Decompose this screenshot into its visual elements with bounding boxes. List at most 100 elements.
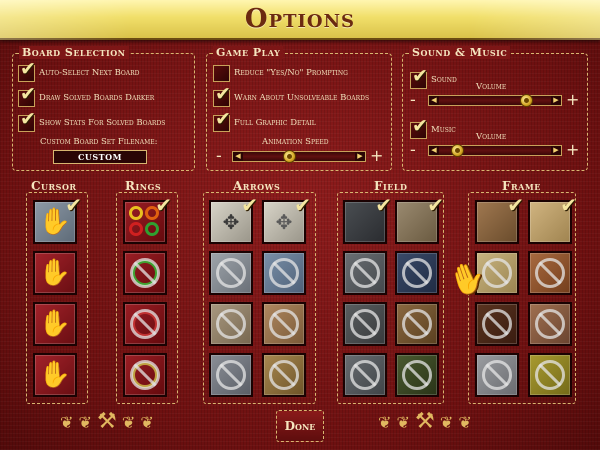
flourish-icon: ❦ [396, 413, 410, 432]
arrows-column-title: Arrows [233, 179, 281, 193]
done-button[interactable]: Done [276, 410, 324, 442]
reduce-prompting-label: Reduce "Yes/No" Prompting [234, 68, 348, 78]
check-icon: ✔ [155, 193, 172, 217]
cursor-option-4[interactable]: ✋ [33, 353, 77, 397]
music-right-arrow-icon[interactable]: ▶ [551, 146, 561, 155]
no-entry-icon [350, 258, 380, 288]
frame-option-7[interactable] [475, 353, 519, 397]
custom-filename-field[interactable]: CUSTOM [53, 150, 147, 164]
ring-icon [129, 206, 143, 220]
animation-speed-slider[interactable]: - ◀ ▶ + [216, 148, 386, 166]
sound-volume-slider[interactable]: - ◀ ▶ + [410, 92, 582, 110]
arrows-option-3[interactable] [209, 251, 253, 295]
frame-option-2[interactable]: ✔ [528, 193, 577, 244]
music-volume-track[interactable]: ◀ ▶ [428, 144, 562, 157]
sound-option[interactable]: ✔ Sound [410, 66, 457, 90]
cursor-option-1[interactable]: ✋ ✔ [33, 193, 82, 244]
rings-option-4[interactable] [123, 353, 167, 397]
warn-unsolveable-option[interactable]: ✔ Warn About Unsolveable Boards [213, 84, 370, 108]
no-entry-icon [269, 258, 299, 288]
frame-option-6[interactable] [528, 302, 572, 346]
cursor-option-2[interactable]: ✋ [33, 251, 77, 295]
draw-solved-darker-option[interactable]: ✔ Draw Solved Boards Darker [18, 84, 154, 108]
field-option-1[interactable]: ✔ [343, 193, 392, 244]
rings-option-3[interactable] [123, 302, 167, 346]
sound-checkbox[interactable]: ✔ [410, 66, 428, 89]
page-title: Options [244, 4, 356, 34]
music-left-arrow-icon[interactable]: ◀ [429, 146, 439, 155]
field-option-4[interactable] [395, 251, 439, 295]
check-icon: ✔ [427, 193, 444, 217]
field-option-7[interactable] [343, 353, 387, 397]
frame-option-4[interactable] [528, 251, 572, 295]
no-entry-icon [130, 258, 160, 288]
sound-volume-track[interactable]: ◀ ▶ [428, 94, 562, 107]
arrows-option-7[interactable] [209, 353, 253, 397]
flourish-icon: ❦ [439, 413, 454, 432]
arrows-option-4[interactable] [262, 251, 306, 295]
reduce-prompting-checkbox[interactable] [213, 64, 230, 82]
no-entry-icon [535, 360, 565, 390]
check-icon: ✔ [294, 193, 311, 217]
game-play-title: Game Play [213, 46, 284, 59]
speed-right-arrow-icon[interactable]: ▶ [355, 152, 365, 161]
sound-volume-knob[interactable] [520, 94, 533, 107]
speed-track[interactable]: ◀ ▶ [232, 150, 366, 163]
sound-right-arrow-icon[interactable]: ▶ [551, 96, 561, 105]
right-ornament: ❦ ❦ ⚒ ❦ ❦ [378, 409, 472, 439]
music-checkbox[interactable]: ✔ [410, 116, 428, 139]
no-entry-icon [130, 309, 160, 339]
arrows-option-1[interactable]: ✥ ✔ [209, 193, 258, 244]
warn-unsolveable-label: Warn About Unsolveable Boards [234, 93, 370, 103]
arrows-option-6[interactable] [262, 302, 306, 346]
sound-left-arrow-icon[interactable]: ◀ [429, 96, 439, 105]
no-entry-icon [216, 258, 246, 288]
arrows-option-5[interactable] [209, 302, 253, 346]
music-volume-knob[interactable] [451, 144, 464, 157]
sound-plus-button[interactable]: + [566, 92, 579, 108]
full-graphic-checkbox[interactable]: ✔ [213, 109, 231, 132]
check-icon: ✔ [215, 107, 231, 130]
ring-icon [129, 222, 143, 236]
music-minus-button[interactable]: - [410, 142, 416, 158]
speed-minus-button[interactable]: - [216, 148, 222, 164]
left-ornament: ❦ ❦ ⚒ ❦ ❦ [60, 409, 154, 439]
frame-option-1[interactable]: ✔ [475, 193, 524, 244]
check-icon: ✔ [20, 57, 36, 80]
frame-option-5[interactable] [475, 302, 519, 346]
arrows-option-2[interactable]: ✥ ✔ [262, 193, 311, 244]
field-option-2[interactable]: ✔ [395, 193, 444, 244]
cursor-option-3[interactable]: ✋ [33, 302, 77, 346]
speed-left-arrow-icon[interactable]: ◀ [233, 152, 243, 161]
auto-select-next-board-option[interactable]: ✔ Auto-Select Next Board [18, 59, 139, 83]
music-plus-button[interactable]: + [566, 142, 579, 158]
field-option-8[interactable] [395, 353, 439, 397]
rings-option-1[interactable]: ✔ [123, 193, 172, 244]
flourish-icon: ❦ [140, 413, 154, 432]
arrows-option-8[interactable] [262, 353, 306, 397]
no-entry-icon [269, 360, 299, 390]
no-entry-icon [269, 309, 299, 339]
speed-plus-button[interactable]: + [370, 148, 383, 164]
frame-option-8[interactable] [528, 353, 572, 397]
show-stats-checkbox[interactable]: ✔ [18, 109, 36, 132]
auto-select-checkbox[interactable]: ✔ [18, 59, 36, 82]
sound-minus-button[interactable]: - [410, 92, 416, 108]
reduce-prompting-option[interactable]: Reduce "Yes/No" Prompting [213, 63, 348, 83]
music-label: Music [431, 125, 456, 135]
field-option-5[interactable] [343, 302, 387, 346]
check-icon: ✔ [20, 107, 36, 130]
rings-option-2[interactable] [123, 251, 167, 295]
speed-knob[interactable] [283, 150, 296, 163]
field-column-title: Field [374, 179, 408, 193]
music-volume-slider[interactable]: - ◀ ▶ + [410, 142, 582, 160]
warn-unsolveable-checkbox[interactable]: ✔ [213, 84, 231, 107]
field-option-3[interactable] [343, 251, 387, 295]
anvil-icon: ⚒ [415, 409, 435, 434]
show-stats-option[interactable]: ✔ Show Stats For Solved Boards [18, 109, 165, 133]
field-option-6[interactable] [395, 302, 439, 346]
sound-music-title: Sound & Music [409, 46, 511, 59]
draw-solved-checkbox[interactable]: ✔ [18, 84, 36, 107]
full-graphic-option[interactable]: ✔ Full Graphic Detail [213, 109, 316, 133]
music-option[interactable]: ✔ Music [410, 116, 456, 140]
